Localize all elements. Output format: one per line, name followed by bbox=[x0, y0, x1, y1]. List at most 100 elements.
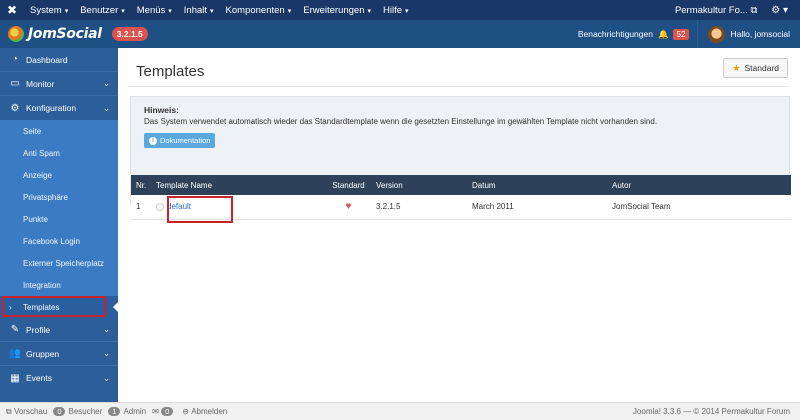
visitors-count: 0 bbox=[53, 407, 66, 416]
edit-icon: ✎ bbox=[10, 324, 20, 335]
col-header-template-name: Template Name bbox=[151, 175, 326, 195]
sidebar-subitem-punkte[interactable]: Punkte bbox=[0, 208, 118, 230]
messages-count: 0 bbox=[161, 407, 174, 416]
site-link[interactable]: Permakultur Fo... ⧉ bbox=[675, 5, 767, 16]
sidebar-subitem-externer-speicherplatz[interactable]: Externer Speicherplatz bbox=[0, 252, 118, 274]
sidebar-subitem-templates[interactable]: › Templates bbox=[0, 296, 119, 318]
sidebar-item-label: Profile bbox=[26, 324, 51, 335]
cell-datum: March 2011 bbox=[467, 195, 607, 220]
sidebar-item-label: Gruppen bbox=[26, 348, 60, 359]
divider bbox=[128, 86, 790, 87]
chevron-down-icon: ⌄ bbox=[103, 349, 110, 358]
standard-button[interactable]: ★ Standard bbox=[723, 58, 788, 78]
messages-status[interactable]: ✉ 0 bbox=[152, 407, 176, 416]
external-link-icon: ⧉ bbox=[6, 406, 12, 416]
sidebar: ◔ Dashboard ▭ Monitor ⌄ ⚙ Konfiguration … bbox=[0, 48, 119, 402]
star-icon: ★ bbox=[732, 62, 741, 73]
menu-label: Inhalt bbox=[183, 4, 208, 16]
sidebar-subitem-label: Templates bbox=[23, 302, 60, 312]
sidebar-item-konfiguration[interactable]: ⚙ Konfiguration ⌄ bbox=[0, 96, 118, 120]
template-radio[interactable] bbox=[156, 203, 164, 212]
page-title: Templates bbox=[136, 63, 205, 80]
sidebar-subitem-label: Externer Speicherplatz bbox=[23, 258, 104, 268]
template-link[interactable]: default bbox=[167, 202, 191, 211]
templates-table: Nr. Template Name Standard Version Datum… bbox=[131, 175, 791, 220]
brand-logo[interactable]: JomSocial 3.2.1.5 bbox=[0, 26, 148, 42]
monitor-icon: ▭ bbox=[10, 78, 20, 89]
sidebar-subitem-anzeige[interactable]: Anzeige bbox=[0, 164, 118, 186]
sidebar-item-profile[interactable]: ✎ Profile ⌄ bbox=[0, 318, 118, 342]
version-badge: 3.2.1.5 bbox=[111, 27, 148, 41]
admin-topbar: ✖ System ▾ Benutzer ▾ Menüs ▾ Inhalt ▾ Kompo… bbox=[0, 0, 800, 20]
menu-label: Menüs bbox=[136, 4, 166, 16]
sidebar-subitem-label: Seite bbox=[23, 126, 42, 136]
sidebar-item-dashboard[interactable]: ◔ Dashboard bbox=[0, 48, 118, 72]
user-menu[interactable]: Hallo, jomsocial bbox=[698, 25, 800, 43]
sidebar-subitem-seite[interactable]: Seite bbox=[0, 120, 118, 142]
menu-label: Benutzer bbox=[80, 4, 119, 16]
gear-icon[interactable]: ⚙ ▾ bbox=[767, 5, 800, 16]
menu-label: System bbox=[30, 4, 62, 16]
cell-standard[interactable]: ♥ bbox=[326, 195, 371, 220]
preview-label: Vorschau bbox=[13, 407, 48, 416]
logout-label: Abmelden bbox=[191, 407, 228, 416]
chevron-down-icon: ⌄ bbox=[103, 79, 110, 88]
topbar-right: Permakultur Fo... ⧉ ⚙ ▾ bbox=[675, 5, 800, 16]
konfiguration-submenu: Seite Anti Spam Anzeige Privatsphäre Pun… bbox=[0, 120, 119, 318]
standard-button-label: Standard bbox=[744, 63, 780, 73]
sidebar-subitem-privatsphaere[interactable]: Privatsphäre bbox=[0, 186, 118, 208]
info-text: Das System verwendet automatisch wieder … bbox=[144, 117, 658, 126]
logout-link[interactable]: ⊖ Abmelden bbox=[182, 407, 227, 416]
cell-template-name: default bbox=[151, 195, 326, 220]
sidebar-subitem-label: Anti Spam bbox=[23, 148, 60, 158]
preview-link[interactable]: ⧉ Vorschau bbox=[6, 407, 47, 417]
menu-hilfe[interactable]: Hilfe ▾ bbox=[377, 5, 415, 16]
sidebar-item-events[interactable]: ▦ Events ⌄ bbox=[0, 366, 118, 390]
col-header-autor: Autor bbox=[607, 175, 791, 195]
caret-down-icon: ▾ bbox=[287, 7, 292, 15]
menu-label: Erweiterungen bbox=[303, 4, 365, 16]
users-icon: 👥 bbox=[8, 348, 22, 359]
sidebar-item-label: Monitor bbox=[26, 78, 55, 89]
copyright: Joomla! 3.3.6 — © 2014 Permakultur Forum bbox=[632, 407, 790, 416]
menu-erweiterungen[interactable]: Erweiterungen ▾ bbox=[297, 5, 377, 16]
menu-menues[interactable]: Menüs ▾ bbox=[131, 5, 178, 16]
visitors-status: 0 Besucher bbox=[53, 407, 102, 416]
envelope-icon: ✉ bbox=[152, 407, 159, 416]
menu-inhalt[interactable]: Inhalt ▾ bbox=[178, 5, 220, 16]
col-header-standard: Standard bbox=[326, 175, 371, 195]
site-name: Permakultur Fo... bbox=[674, 4, 748, 16]
sidebar-subitem-integration[interactable]: Integration bbox=[0, 274, 118, 296]
cell-version: 3.2.1.5 bbox=[371, 195, 467, 220]
sidebar-item-monitor[interactable]: ▭ Monitor ⌄ bbox=[0, 72, 118, 96]
sidebar-item-gruppen[interactable]: 👥 Gruppen ⌄ bbox=[0, 342, 118, 366]
bell-icon: 🔔 bbox=[657, 28, 669, 39]
user-greeting: Hallo, jomsocial bbox=[730, 29, 790, 39]
info-heading: Hinweis: bbox=[144, 105, 179, 115]
joomla-icon[interactable]: ✖ bbox=[0, 3, 24, 17]
heart-icon: ♥ bbox=[345, 201, 352, 213]
notifications-button[interactable]: Benachrichtigungen 🔔 52 bbox=[570, 20, 699, 48]
sidebar-subitem-anti-spam[interactable]: Anti Spam bbox=[0, 142, 118, 164]
menu-komponenten[interactable]: Komponenten ▾ bbox=[220, 5, 298, 16]
sidebar-subitem-label: Anzeige bbox=[23, 170, 52, 180]
visitors-label: Besucher bbox=[68, 407, 103, 416]
cell-nr: 1 bbox=[131, 195, 151, 220]
sidebar-item-label: Dashboard bbox=[26, 54, 68, 65]
sidebar-subitem-label: Integration bbox=[23, 280, 61, 290]
sidebar-subitem-facebook-login[interactable]: Facebook Login bbox=[0, 230, 118, 252]
admin-status: 1 Admin bbox=[108, 407, 146, 416]
caret-down-icon: ▾ bbox=[168, 7, 172, 15]
caret-down-icon: ▾ bbox=[121, 7, 125, 15]
caret-down-icon: ▾ bbox=[210, 7, 214, 15]
menu-system[interactable]: System ▾ bbox=[24, 5, 74, 16]
caret-down-icon: ▾ bbox=[405, 7, 409, 15]
documentation-button[interactable]: i Dokumentation bbox=[144, 133, 216, 148]
sidebar-item-label: Events bbox=[26, 373, 52, 383]
menu-benutzer[interactable]: Benutzer ▾ bbox=[74, 5, 131, 16]
info-icon: i bbox=[149, 136, 157, 145]
menu-label: Hilfe bbox=[383, 4, 403, 16]
col-header-datum: Datum bbox=[467, 175, 607, 195]
caret-down-icon: ▾ bbox=[64, 7, 69, 15]
admin-label: Admin bbox=[123, 407, 147, 416]
